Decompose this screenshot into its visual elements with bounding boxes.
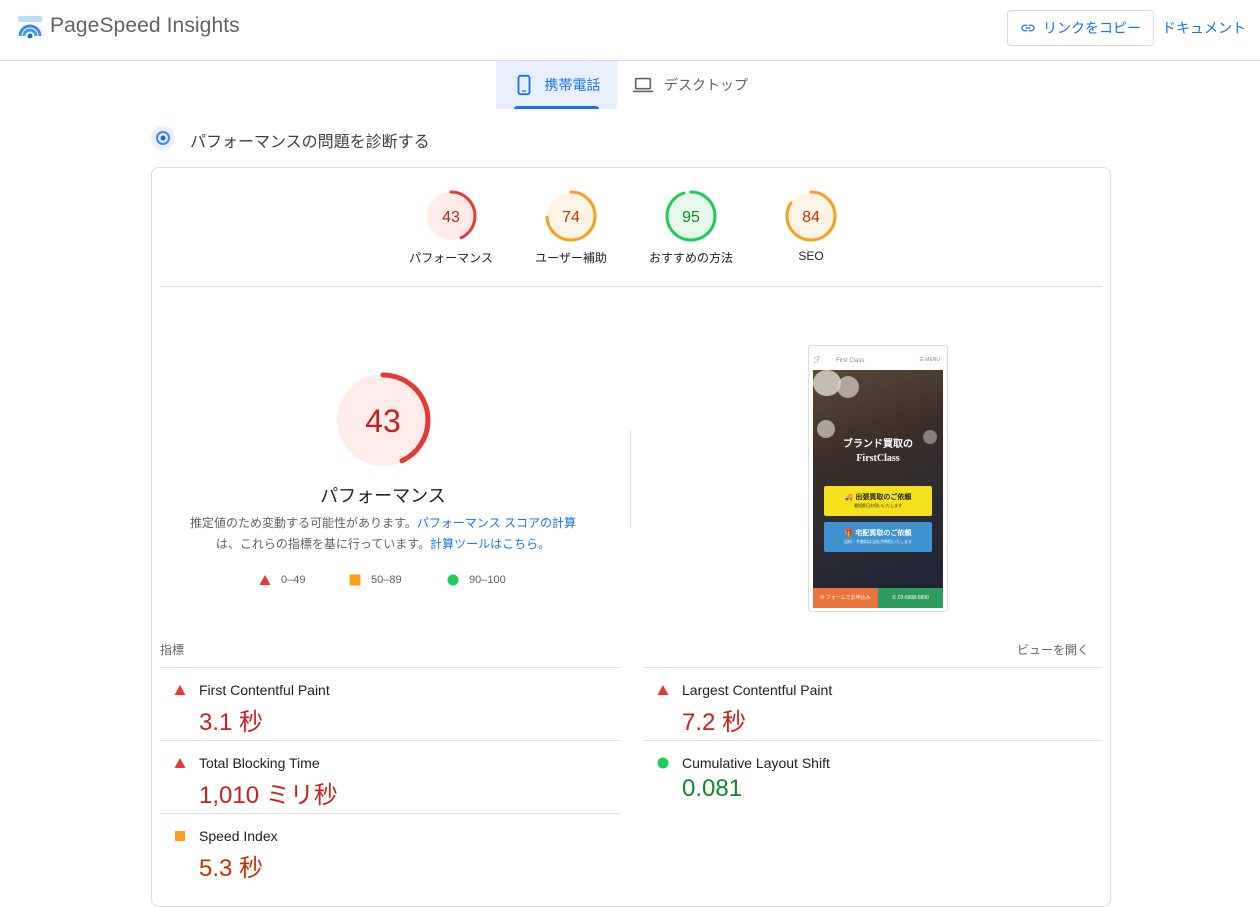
gauges-divider: [160, 286, 1102, 287]
expand-view-toggle[interactable]: ビューを開く: [1017, 641, 1089, 658]
legend-pass: 90–100: [447, 574, 506, 586]
green-circle-icon: [657, 757, 669, 769]
red-triangle-icon: [174, 685, 186, 695]
metric-row: Total Blocking Time 1,010 ミリ秒: [160, 740, 619, 813]
metric-value: 0.081: [682, 775, 743, 802]
metric-name: First Contentful Paint: [199, 682, 330, 698]
desc-text-1: 推定値のため変動する可能性があります。: [190, 516, 417, 530]
metric-value: 5.3 秒: [199, 855, 264, 882]
site-menu: ☰ MENU: [919, 357, 940, 363]
metric-value: 7.2 秒: [682, 709, 747, 736]
performance-title: パフォーマンス: [320, 486, 446, 506]
logo-text[interactable]: PageSpeed Insights: [50, 14, 240, 38]
page-screenshot[interactable]: ℱ First Class ☰ MENU ブランド買取の FirstClass …: [808, 345, 948, 612]
form-apply-bar: ✉ フォームでお申込み: [813, 588, 878, 608]
flower-decoration: [817, 420, 835, 438]
category-label: おすすめの方法: [648, 251, 733, 265]
home-visit-sub: 最短即日お伺いいたします: [854, 503, 902, 508]
performance-gauge: 43: [335, 372, 431, 468]
site-logo-icon: ℱ: [814, 355, 822, 365]
tab-mobile[interactable]: 携帯電話: [496, 61, 617, 109]
metric-name: Total Blocking Time: [199, 755, 320, 771]
header: PageSpeed Insights リンクをコピー ドキュメント: [0, 0, 1260, 61]
desc-text-2: は、これらの指標を基に行っています。: [215, 537, 431, 551]
metric-name: Largest Contentful Paint: [682, 682, 833, 698]
metric-name: Speed Index: [199, 828, 278, 844]
legend-fail-range: 0–49: [281, 574, 306, 586]
site-name: First Class: [836, 358, 865, 364]
category-gauge[interactable]: 95 おすすめの方法: [636, 190, 746, 266]
headline-line-2: FirstClass: [856, 453, 900, 464]
category-gauge-ring: 95: [665, 190, 717, 242]
category-score: 84: [802, 209, 820, 226]
performance-description: 推定値のため変動する可能性があります。パフォーマンス スコアの計算 は、これらの…: [183, 513, 583, 555]
category-label: ユーザー補助: [535, 251, 607, 265]
metric-value: 3.1 秒: [199, 709, 264, 736]
home-visit-label: 🚚 出張買取のご依頼: [844, 494, 912, 501]
delivery-sub: 送料・手数料は当社が負担いたします: [844, 539, 912, 544]
metric-name: Cumulative Layout Shift: [682, 755, 830, 771]
delivery-label: 🎁 宅配買取のご依頼: [844, 530, 912, 537]
screenshot-headline: ブランド買取の FirstClass: [813, 438, 943, 466]
screenshot-hero: ブランド買取の FirstClass 🚚 出張買取のご依頼 最短即日お伺いいたし…: [813, 370, 943, 588]
category-score: 43: [442, 209, 460, 226]
category-gauge[interactable]: 74 ユーザー補助: [516, 190, 626, 266]
score-calc-link[interactable]: パフォーマンス スコアの計算: [417, 516, 576, 530]
metrics-heading: 指標: [160, 643, 185, 657]
link-icon: [1021, 24, 1035, 32]
legend-average-range: 50–89: [371, 574, 402, 586]
category-gauge-ring: 74: [545, 190, 597, 242]
orange-square-icon: [349, 574, 361, 586]
vertical-separator: [630, 430, 631, 528]
red-triangle-icon: [174, 758, 186, 768]
category-score: 74: [562, 209, 580, 226]
diagnose-icon: [151, 126, 175, 150]
tab-desktop[interactable]: デスクトップ: [632, 61, 772, 109]
legend-fail: 0–49: [259, 574, 305, 586]
diagnose-title: パフォーマンスの問題を診断する: [190, 134, 430, 151]
metric-row: First Contentful Paint 3.1 秒: [160, 667, 619, 740]
docs-link[interactable]: ドキュメント: [1162, 18, 1246, 38]
performance-score: 43: [365, 403, 401, 439]
category-score: 95: [682, 209, 700, 226]
red-triangle-icon: [657, 685, 669, 695]
flower-decoration: [837, 376, 859, 398]
phone-bar: ✆ 03-6908-5890: [878, 588, 943, 608]
category-label: パフォーマンス: [409, 251, 493, 265]
headline-line-1: ブランド買取の: [843, 439, 913, 450]
screenshot-header: ℱ First Class ☰ MENU: [814, 351, 942, 369]
red-triangle-icon: [259, 575, 271, 585]
tab-desktop-label: デスクトップ: [664, 77, 748, 93]
category-label: SEO: [798, 249, 824, 263]
copy-link-button[interactable]: リンクをコピー: [1007, 10, 1154, 46]
orange-square-icon: [175, 831, 185, 841]
pagespeed-logo-icon[interactable]: [16, 14, 44, 42]
legend-average: 50–89: [349, 574, 402, 586]
metric-row: Cumulative Layout Shift 0.081: [643, 740, 1102, 813]
laptop-icon: [632, 77, 654, 93]
tab-mobile-label: 携帯電話: [544, 77, 601, 93]
calculator-link[interactable]: 計算ツールはこちら。: [430, 537, 550, 551]
category-gauge[interactable]: 43 パフォーマンス: [396, 190, 506, 266]
category-gauge[interactable]: 84 SEO: [756, 190, 866, 263]
tab-selected-indicator: [514, 106, 599, 109]
green-circle-icon: [447, 574, 459, 586]
copy-link-label: リンクをコピー: [1043, 20, 1141, 36]
smartphone-icon: [517, 74, 530, 96]
metric-row: Speed Index 5.3 秒: [160, 813, 619, 886]
metric-row: Largest Contentful Paint 7.2 秒: [643, 667, 1102, 740]
metric-value: 1,010 ミリ秒: [199, 782, 338, 809]
delivery-button: 🎁 宅配買取のご依頼 送料・手数料は当社が負担いたします: [824, 522, 932, 552]
category-gauge-ring: 43: [425, 190, 477, 242]
category-gauge-ring: 84: [785, 190, 837, 242]
legend-pass-range: 90–100: [469, 574, 506, 586]
home-visit-button: 🚚 出張買取のご依頼 最短即日お伺いいたします: [824, 486, 932, 516]
